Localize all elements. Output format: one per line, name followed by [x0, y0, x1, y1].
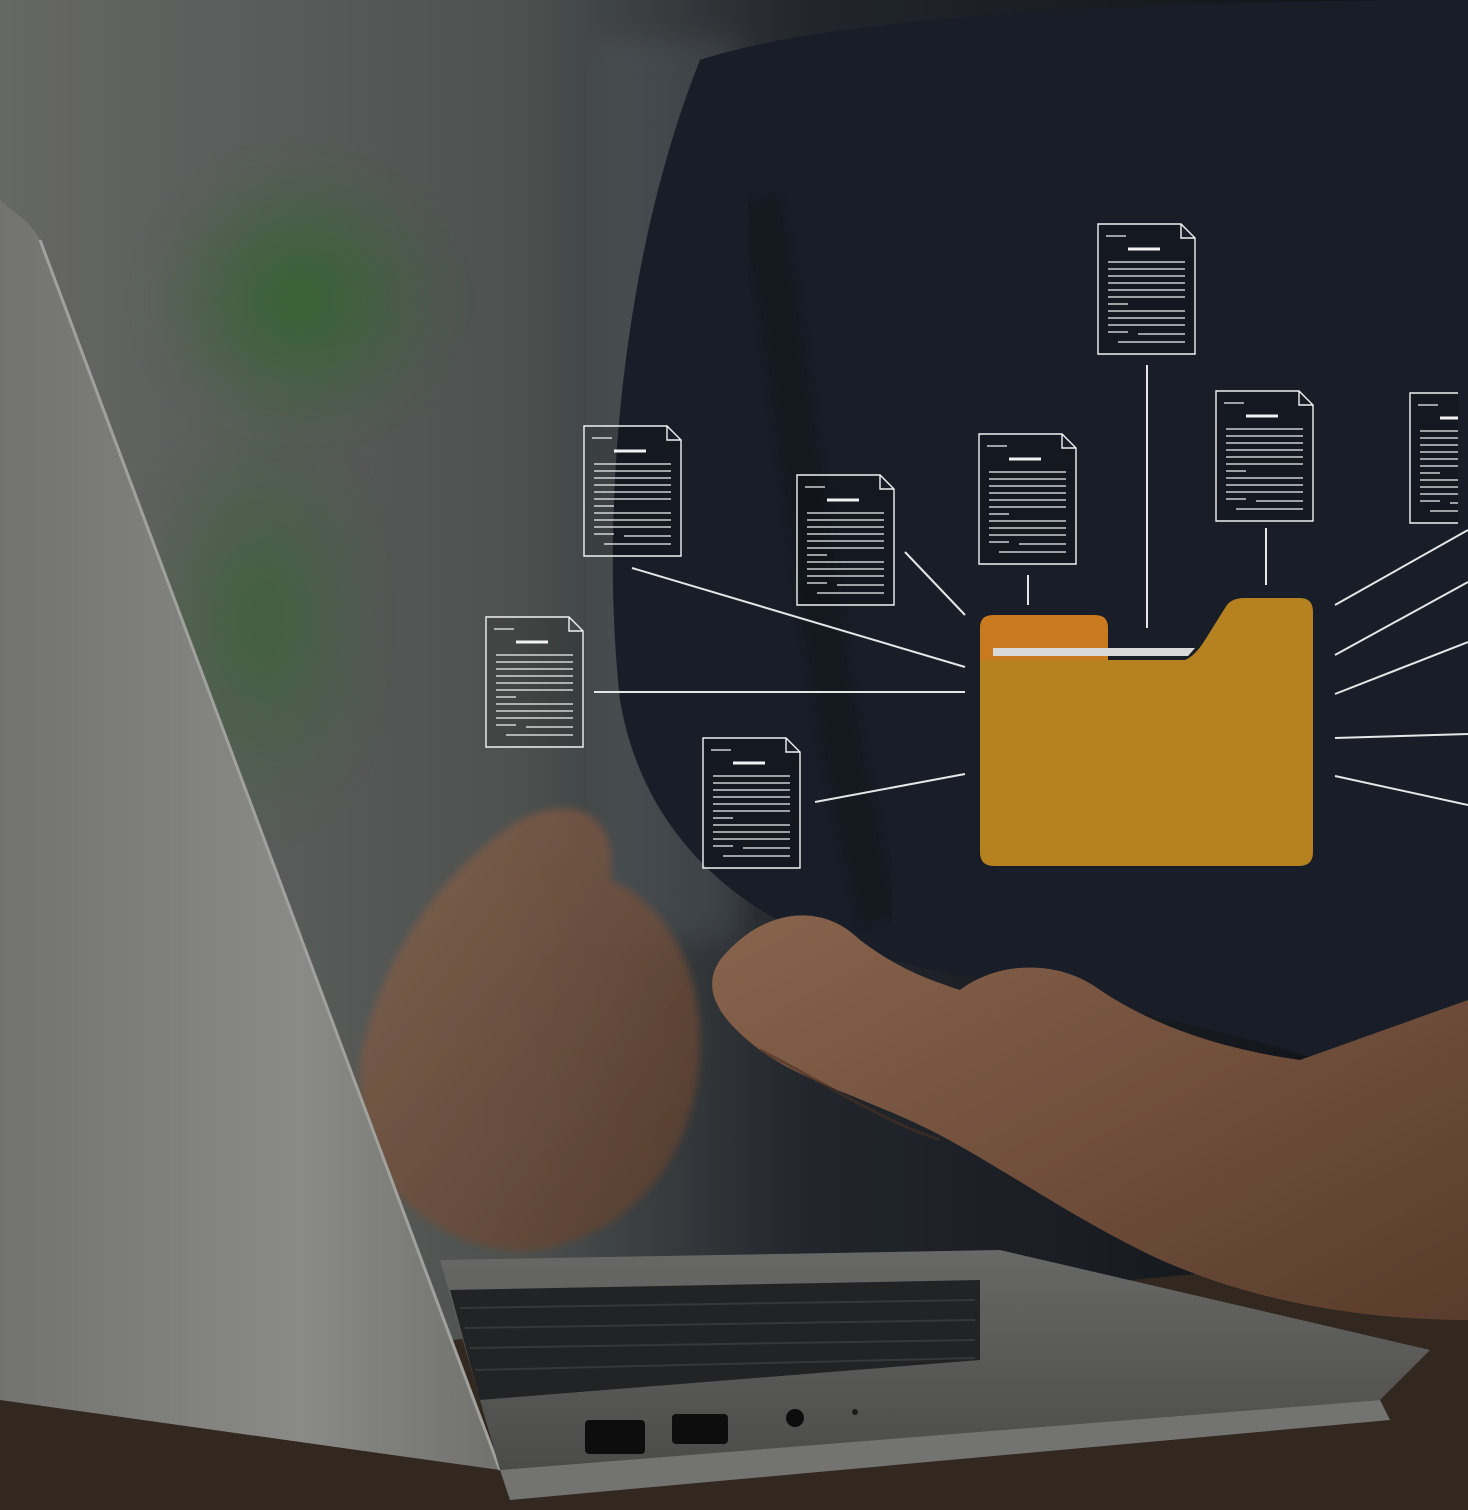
document-icon	[1097, 223, 1196, 355]
scene-illustration	[0, 0, 1468, 1510]
document-icon	[1215, 390, 1314, 522]
photo-scene	[0, 0, 1468, 1510]
document-icon	[583, 425, 682, 557]
folder-paper	[993, 648, 1195, 656]
document-icon	[978, 433, 1077, 565]
document-icon	[485, 616, 584, 748]
document-icon	[796, 474, 895, 606]
document-icon	[702, 737, 801, 869]
